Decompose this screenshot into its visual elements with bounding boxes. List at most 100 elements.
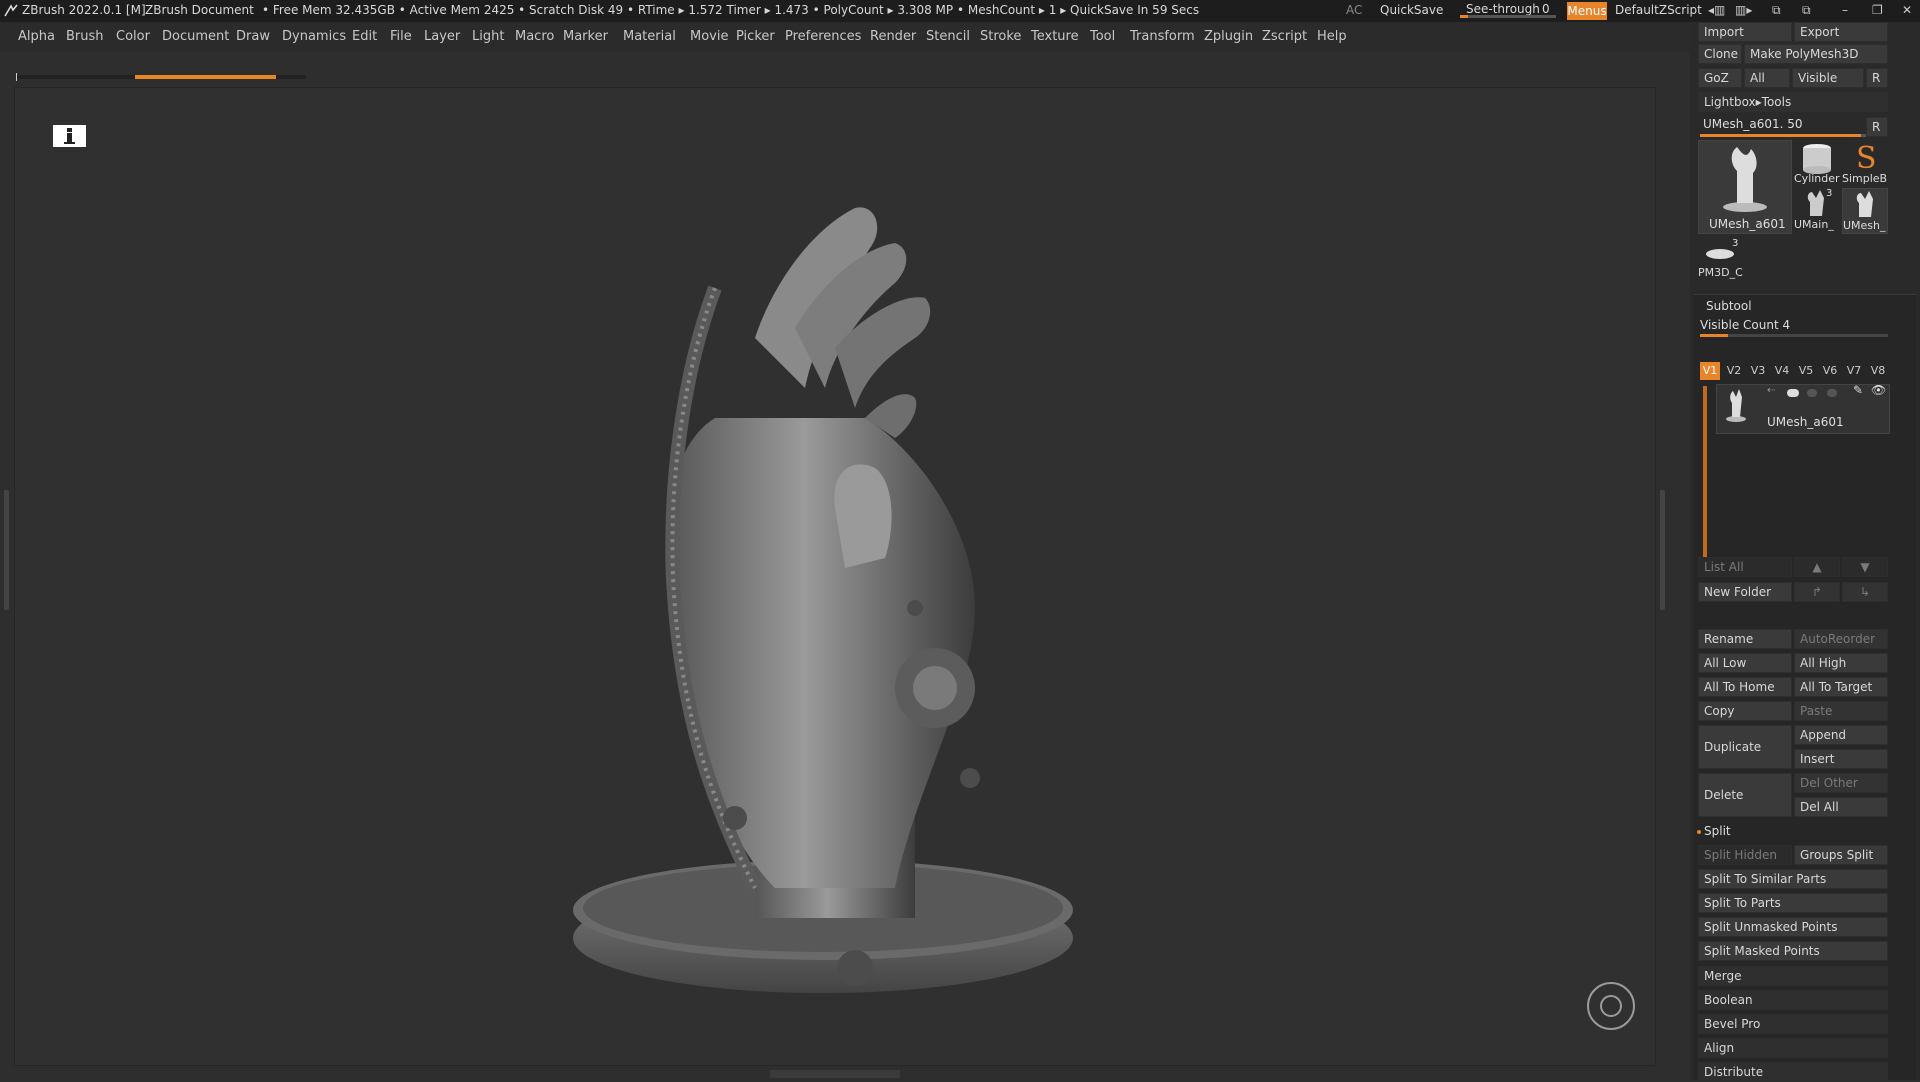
menu-document[interactable]: Document <box>162 29 229 44</box>
menu-preferences[interactable]: Preferences <box>785 29 861 44</box>
subtool-list-item[interactable]: ⇠ ✎ 👁 UMesh_a601 <box>1716 383 1890 434</box>
menu-layer[interactable]: Layer <box>424 29 460 44</box>
move-up-icon[interactable]: ▲ <box>1794 557 1840 577</box>
menu-movie[interactable]: Movie <box>690 29 728 44</box>
groups-split-button[interactable]: Groups Split <box>1794 845 1888 865</box>
merge-section[interactable]: Merge <box>1698 966 1888 986</box>
folder-move-up-icon[interactable]: ↱ <box>1794 582 1840 602</box>
insert-button[interactable]: Insert <box>1794 749 1888 769</box>
goz-all-button[interactable]: All <box>1744 68 1790 88</box>
visibility-tab-v7[interactable]: V7 <box>1844 362 1864 380</box>
all-to-target-button[interactable]: All To Target <box>1794 677 1888 697</box>
menu-brush[interactable]: Brush <box>66 29 104 44</box>
all-low-button[interactable]: All Low <box>1698 653 1792 673</box>
all-to-home-button[interactable]: All To Home <box>1698 677 1792 697</box>
see-through-slider[interactable] <box>1460 15 1556 18</box>
autoreorder-button[interactable]: AutoReorder <box>1794 629 1888 649</box>
goz-button[interactable]: GoZ <box>1698 68 1742 88</box>
menu-draw[interactable]: Draw <box>236 29 270 44</box>
split-unmasked-points-button[interactable]: Split Unmasked Points <box>1698 917 1888 937</box>
subtool-visibility-dot-icon[interactable] <box>1787 389 1799 397</box>
subtool-brush-icon[interactable]: ✎ <box>1853 383 1863 397</box>
menu-alpha[interactable]: Alpha <box>18 29 55 44</box>
visibility-tab-v3[interactable]: V3 <box>1748 362 1768 380</box>
subtool-eye-icon[interactable]: 👁 <box>1871 383 1886 397</box>
menu-help[interactable]: Help <box>1317 29 1347 44</box>
minimize-icon[interactable]: – <box>1842 3 1848 17</box>
menu-picker[interactable]: Picker <box>736 29 775 44</box>
menu-zplugin[interactable]: Zplugin <box>1204 29 1253 44</box>
del-other-button[interactable]: Del Other <box>1794 773 1888 793</box>
menu-render[interactable]: Render <box>870 29 916 44</box>
close-icon[interactable]: ✕ <box>1902 3 1912 17</box>
new-folder-button[interactable]: New Folder <box>1698 582 1792 602</box>
menu-dynamics[interactable]: Dynamics <box>282 29 346 44</box>
menu-transform[interactable]: Transform <box>1130 29 1195 44</box>
ac-toggle[interactable]: AC <box>1346 3 1362 17</box>
visibility-tab-v6[interactable]: V6 <box>1820 362 1840 380</box>
visible-count-slider[interactable] <box>1700 334 1888 337</box>
clone-button[interactable]: Clone <box>1698 44 1742 64</box>
menu-file[interactable]: File <box>390 29 412 44</box>
all-high-button[interactable]: All High <box>1794 653 1888 673</box>
menu-texture[interactable]: Texture <box>1031 29 1079 44</box>
split-hidden-button[interactable]: Split Hidden <box>1698 845 1792 865</box>
goz-visible-button[interactable]: Visible <box>1792 68 1864 88</box>
bottom-tray-grip[interactable] <box>770 1070 900 1078</box>
visibility-tab-v5[interactable]: V5 <box>1796 362 1816 380</box>
subtool-list-scrollbar[interactable] <box>1703 386 1707 576</box>
boolean-section[interactable]: Boolean <box>1698 990 1888 1010</box>
current-tool-slider[interactable] <box>1700 134 1866 137</box>
tool-thumb-cylinder[interactable]: Cylinder <box>1794 140 1840 186</box>
visibility-tab-v1[interactable]: V1 <box>1700 362 1720 380</box>
menu-zscript[interactable]: Zscript <box>1262 29 1307 44</box>
menu-marker[interactable]: Marker <box>563 29 608 44</box>
folder-move-down-icon[interactable]: ↳ <box>1842 582 1888 602</box>
tool-thumb-umain[interactable]: 3 UMain_ <box>1794 188 1840 234</box>
menu-stencil[interactable]: Stencil <box>926 29 970 44</box>
tool-thumb-umesh[interactable]: UMesh_ <box>1842 188 1888 234</box>
subtool-ghost-icon[interactable] <box>1807 389 1817 397</box>
import-button[interactable]: Import <box>1698 22 1792 42</box>
tool-thumb-main[interactable]: UMesh_a601 <box>1698 140 1792 234</box>
menus-toggle-button[interactable]: Menus <box>1567 2 1607 20</box>
list-all-button[interactable]: List All <box>1698 557 1792 577</box>
menu-light[interactable]: Light <box>472 29 504 44</box>
export-button[interactable]: Export <box>1794 22 1888 42</box>
document-canvas[interactable] <box>14 87 1656 1066</box>
layout-left-icon[interactable]: ◂▥ <box>1708 3 1725 17</box>
tool-thumb-pm3d[interactable]: 3 PM3D_C <box>1698 236 1744 282</box>
layout-swap-icon[interactable]: ⧉ <box>1772 3 1781 18</box>
goz-r-button[interactable]: R <box>1866 68 1888 88</box>
lightbox-tools-button[interactable]: Lightbox▸Tools <box>1698 92 1888 112</box>
align-section[interactable]: Align <box>1698 1038 1888 1058</box>
rename-button[interactable]: Rename <box>1698 629 1792 649</box>
distribute-section[interactable]: Distribute <box>1698 1062 1888 1082</box>
split-masked-points-button[interactable]: Split Masked Points <box>1698 941 1888 961</box>
tool-r-button[interactable]: R <box>1866 117 1888 137</box>
menu-color[interactable]: Color <box>116 29 150 44</box>
split-similar-parts-button[interactable]: Split To Similar Parts <box>1698 869 1888 889</box>
bevel-pro-section[interactable]: Bevel Pro <box>1698 1014 1888 1034</box>
restore-icon[interactable]: ❐ <box>1872 3 1883 17</box>
subtool-title[interactable]: Subtool <box>1706 299 1752 313</box>
left-tray-grip[interactable] <box>4 490 9 610</box>
make-polymesh3d-button[interactable]: Make PolyMesh3D <box>1744 44 1888 64</box>
subtool-solo-icon[interactable] <box>1827 389 1837 397</box>
delete-button[interactable]: Delete <box>1698 773 1792 817</box>
visibility-tab-v8[interactable]: V8 <box>1868 362 1888 380</box>
visibility-tab-v4[interactable]: V4 <box>1772 362 1792 380</box>
append-button[interactable]: Append <box>1794 725 1888 745</box>
layout-right-icon[interactable]: ▥▸ <box>1735 3 1752 17</box>
move-down-icon[interactable]: ▼ <box>1842 557 1888 577</box>
visibility-tab-v2[interactable]: V2 <box>1724 362 1744 380</box>
canvas-info-icon[interactable] <box>53 125 86 147</box>
paste-button[interactable]: Paste <box>1794 701 1888 721</box>
layout-store-icon[interactable]: ⧉ <box>1802 3 1811 18</box>
menu-stroke[interactable]: Stroke <box>980 29 1021 44</box>
menu-macro[interactable]: Macro <box>515 29 554 44</box>
copy-button[interactable]: Copy <box>1698 701 1792 721</box>
del-all-button[interactable]: Del All <box>1794 797 1888 817</box>
menu-material[interactable]: Material <box>623 29 676 44</box>
default-zscript-label[interactable]: DefaultZScript <box>1615 3 1702 17</box>
